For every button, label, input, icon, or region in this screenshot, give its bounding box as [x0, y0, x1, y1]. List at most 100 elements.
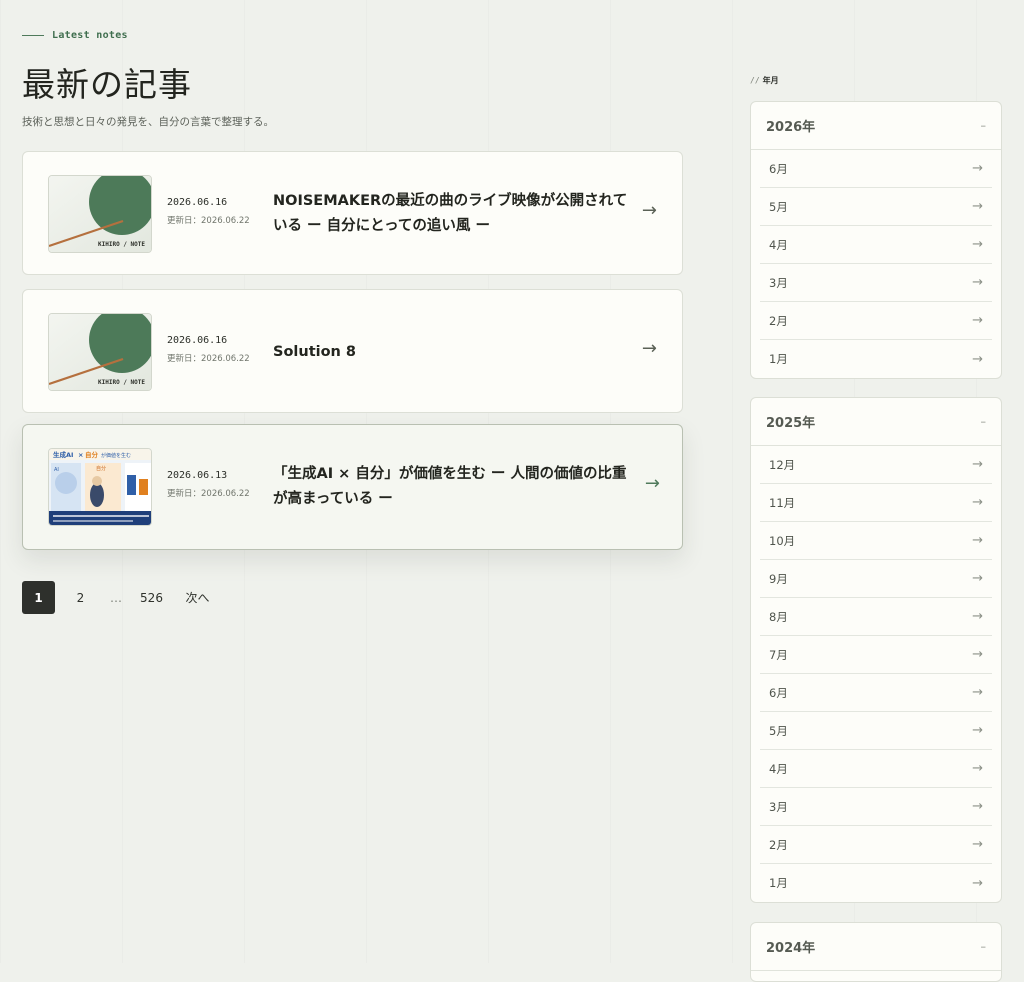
month-link[interactable]: 3月 →	[760, 264, 992, 302]
arrow-right-icon: →	[972, 457, 983, 472]
month-link[interactable]: 4月 →	[760, 750, 992, 788]
collapse-icon[interactable]: –	[981, 415, 987, 428]
arrow-right-icon: →	[972, 685, 983, 700]
post-date: 2026.06.16	[167, 335, 228, 346]
post-updated: 更新日：2026.06.22	[167, 216, 250, 226]
arrow-right-icon[interactable]: →	[645, 473, 660, 494]
year-group-2026: 2026年 – 6月 → 5月 → 4月 → 3月 → 2月 → 1月 →	[750, 101, 1002, 379]
year-label: 2024年	[766, 941, 816, 956]
arrow-right-icon: →	[972, 799, 983, 814]
sidebar-heading-prefix: //	[750, 76, 760, 85]
month-label: 3月	[769, 799, 788, 814]
post-meta: 2026.06.16 更新日：2026.06.22	[167, 335, 250, 364]
arrow-right-icon: →	[972, 761, 983, 776]
month-link[interactable]: 2月 →	[760, 302, 992, 340]
page-2-link[interactable]: 2	[64, 581, 97, 614]
month-link[interactable]: 1月 →	[760, 340, 992, 378]
month-label: 10月	[769, 533, 796, 548]
month-link[interactable]: 9月 →	[760, 560, 992, 598]
month-link[interactable]: 1月 →	[760, 864, 992, 902]
pagination: 1 2 … 526 次へ	[22, 581, 223, 614]
month-link[interactable]: 5月 →	[760, 712, 992, 750]
month-link[interactable]: 6月 →	[760, 150, 992, 188]
year-group-2024: 2024年 –	[750, 922, 1002, 982]
month-link[interactable]: 12月 →	[760, 446, 992, 484]
month-link[interactable]: 10月 →	[760, 522, 992, 560]
month-label: 5月	[769, 723, 788, 738]
arrow-right-icon: →	[972, 237, 983, 252]
arrow-right-icon: →	[972, 647, 983, 662]
collapse-icon[interactable]: –	[981, 119, 987, 132]
month-label: 7月	[769, 647, 788, 662]
arrow-right-icon: →	[972, 723, 983, 738]
month-link[interactable]: 6月 →	[760, 674, 992, 712]
arrow-right-icon: →	[972, 533, 983, 548]
eyebrow-label: Latest notes	[52, 30, 128, 41]
arrow-right-icon[interactable]: →	[642, 200, 657, 221]
month-label: 5月	[769, 199, 788, 214]
thumb-headline-x: ×	[78, 451, 83, 459]
post-title[interactable]: 「生成AI × 自分」が価値を生む ー 人間の価値の比重が高まっている ー	[273, 462, 628, 512]
month-link[interactable]: 3月 →	[760, 788, 992, 826]
month-label: 3月	[769, 275, 788, 290]
year-header[interactable]: 2026年 –	[751, 102, 1001, 150]
month-label: 2月	[769, 313, 788, 328]
month-link[interactable]: 2月 →	[760, 826, 992, 864]
arrow-right-icon: →	[972, 161, 983, 176]
month-label: 9月	[769, 571, 788, 586]
post-date: 2026.06.13	[167, 470, 228, 481]
arrow-right-icon: →	[972, 609, 983, 624]
month-label: 11月	[769, 495, 796, 510]
post-card[interactable]: 生成AI × 自分 が価値を生む AI 自分 2026.06.13 更新日：20…	[22, 424, 683, 550]
post-meta: 2026.06.13 更新日：2026.06.22	[167, 470, 250, 499]
post-updated: 更新日：2026.06.22	[167, 489, 250, 499]
thumb-caption: KIHIRO / NOTE	[98, 241, 145, 248]
arrow-right-icon[interactable]: →	[642, 338, 657, 359]
month-link[interactable]: 4月 →	[760, 226, 992, 264]
post-card[interactable]: KIHIRO / NOTE 2026.06.16 更新日：2026.06.22 …	[22, 289, 683, 413]
arrow-right-icon: →	[972, 313, 983, 328]
year-label: 2026年	[766, 120, 816, 135]
next-page-link[interactable]: 次へ	[181, 581, 214, 614]
post-title[interactable]: NOISEMAKERの最近の曲のライブ映像が公開されている ー 自分にとっての追…	[273, 189, 628, 239]
thumb-caption: KIHIRO / NOTE	[98, 379, 145, 386]
arrow-right-icon: →	[972, 275, 983, 290]
page-last-link[interactable]: 526	[135, 581, 168, 614]
month-list: 12月 → 11月 → 10月 → 9月 → 8月 → 7月 → 6月 → 5月 → 4月 → 3月 → 2月 → 1月 →	[751, 446, 1001, 902]
month-link[interactable]: 8月 →	[760, 598, 992, 636]
month-link[interactable]: 7月 →	[760, 636, 992, 674]
month-label: 4月	[769, 761, 788, 776]
post-title[interactable]: Solution 8	[273, 340, 628, 365]
arrow-right-icon: →	[972, 571, 983, 586]
arrow-right-icon: →	[972, 351, 983, 367]
month-label: 8月	[769, 609, 788, 624]
arrow-right-icon: →	[972, 199, 983, 214]
sidebar-heading-label: 年月	[762, 76, 779, 85]
post-thumbnail: KIHIRO / NOTE	[48, 175, 152, 253]
month-label: 12月	[769, 457, 796, 472]
post-card[interactable]: KIHIRO / NOTE 2026.06.16 更新日：2026.06.22 …	[22, 151, 683, 275]
arrow-right-icon: →	[972, 875, 983, 891]
post-date: 2026.06.16	[167, 197, 228, 208]
arrow-right-icon: →	[972, 495, 983, 510]
month-label: 1月	[769, 876, 788, 890]
eyebrow: Latest notes	[22, 30, 128, 41]
collapse-icon[interactable]: –	[981, 940, 987, 953]
year-group-2025: 2025年 – 12月 → 11月 → 10月 → 9月 → 8月 → 7月 → 6月 → 5月 → 4月 → 3月…	[750, 397, 1002, 903]
post-thumbnail: KIHIRO / NOTE	[48, 313, 152, 391]
month-link[interactable]: 11月 →	[760, 484, 992, 522]
year-header[interactable]: 2024年 –	[751, 923, 1001, 971]
page-title: 最新の記事	[22, 65, 192, 104]
sidebar-heading: //年月	[750, 75, 779, 86]
month-label: 4月	[769, 237, 788, 252]
pagination-ellipsis: …	[110, 590, 122, 605]
month-link[interactable]: 5月 →	[760, 188, 992, 226]
page-1-button[interactable]: 1	[22, 581, 55, 614]
thumb-headline-ai: 生成AI	[53, 450, 73, 459]
month-label: 1月	[769, 352, 788, 366]
thumb-center-label: 自分	[96, 465, 106, 472]
post-updated: 更新日：2026.06.22	[167, 354, 250, 364]
year-header[interactable]: 2025年 –	[751, 398, 1001, 446]
page-subtitle: 技術と思想と日々の発見を、自分の言葉で整理する。	[22, 116, 274, 128]
month-list: 6月 → 5月 → 4月 → 3月 → 2月 → 1月 →	[751, 150, 1001, 378]
